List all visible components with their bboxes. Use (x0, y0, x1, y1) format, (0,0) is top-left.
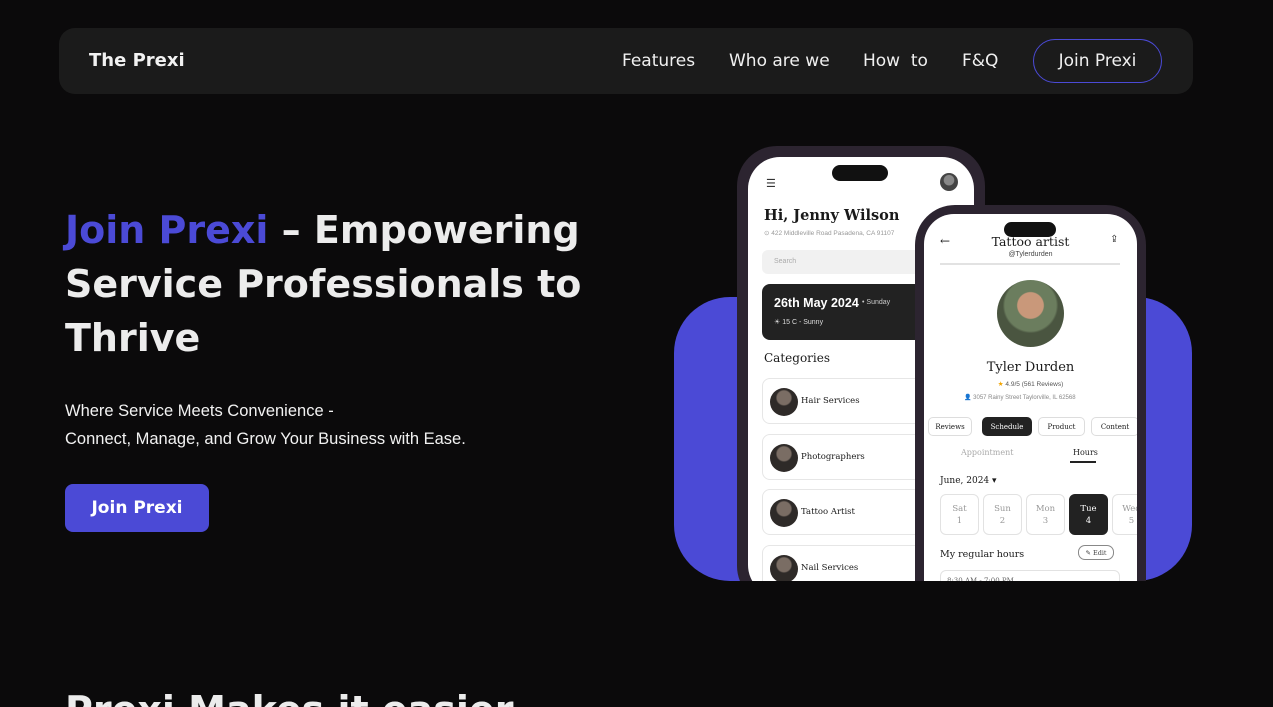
subtab-underline (1070, 461, 1096, 463)
regular-hours-label: My regular hours (940, 549, 1025, 560)
subtab-hours[interactable]: Hours (1073, 448, 1098, 457)
category-avatar (770, 555, 798, 581)
dynamic-island (832, 165, 888, 181)
greeting: Hi, Jenny Wilson (764, 207, 900, 224)
rating: ★ 4.9/5 (561 Reviews) (924, 380, 1137, 388)
person-icon: 👤 (964, 395, 974, 401)
section-title: Prexi Makes it easier (65, 688, 513, 707)
divider (940, 263, 1120, 265)
day-chip[interactable]: Wed5 (1112, 494, 1137, 535)
day-text: • Sunday (862, 299, 891, 306)
category-avatar (770, 444, 798, 472)
profile-location: 👤 3057 Rainy Street Taylorville, IL 6256… (964, 395, 1076, 401)
month-select[interactable]: June, 2024 ▾ (940, 476, 997, 486)
phone-mockup: ☰ Hi, Jenny Wilson ⊙ 422 Middleville Roa… (0, 0, 1273, 581)
date-text: 26th May 2024 (774, 296, 859, 310)
category-label: Tattoo Artist (801, 507, 855, 517)
rating-value: 4.9/5 (1005, 381, 1020, 388)
rating-reviews: (561 Reviews) (1021, 381, 1064, 388)
day-chip[interactable]: Sat 1 (940, 494, 979, 535)
profile-photo (997, 280, 1064, 347)
subtab-appointment[interactable]: Appointment (961, 448, 1013, 457)
phone-profile-screen: ← Tattoo artist ⇪ @Tylerdurden Tyler Dur… (924, 214, 1137, 581)
phone-profile: ← Tattoo artist ⇪ @Tylerdurden Tyler Dur… (915, 205, 1146, 581)
edit-button[interactable]: ✎ Edit (1078, 545, 1114, 560)
share-icon[interactable]: ⇪ (1110, 234, 1118, 245)
category-avatar (770, 499, 798, 527)
profile-title: Tattoo artist (991, 234, 1070, 249)
avatar[interactable] (940, 173, 958, 191)
tab-reviews[interactable]: Reviews (928, 417, 972, 436)
profile-handle: @Tylerdurden (1008, 251, 1053, 258)
category-label: Nail Services (801, 563, 859, 573)
weather-text: ☀ 15 C - Sunny (774, 319, 824, 326)
categories-heading: Categories (764, 351, 830, 365)
category-label: Photographers (801, 452, 865, 462)
profile-name: Tyler Durden (986, 360, 1075, 375)
tab-schedule[interactable]: Schedule (982, 417, 1032, 436)
tab-content[interactable]: Content (1091, 417, 1137, 436)
category-label: Hair Services (801, 396, 860, 406)
day-chip-selected[interactable]: Tue 4 (1069, 494, 1108, 535)
day-chip[interactable]: Sun 2 (983, 494, 1022, 535)
day-chip[interactable]: Mon 3 (1026, 494, 1065, 535)
tab-product[interactable]: Product (1038, 417, 1085, 436)
address-text: ⊙ 422 Middleville Road Pasadena, CA 9110… (764, 230, 895, 237)
hours-slot[interactable]: 8:30 AM - 7:00 PM (940, 570, 1120, 581)
hamburger-icon[interactable]: ☰ (766, 177, 776, 190)
category-avatar (770, 388, 798, 416)
